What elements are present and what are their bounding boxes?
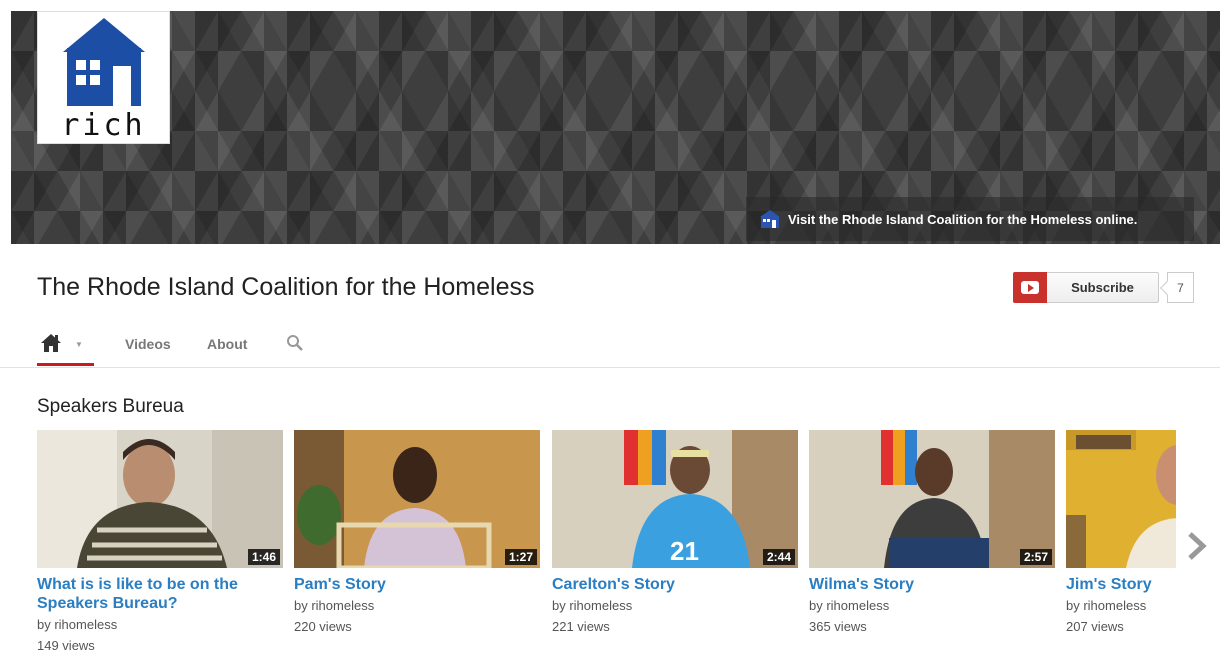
video-title-link[interactable]: Pam's Story [294,575,540,594]
video-views: 207 views [1066,619,1124,634]
video-thumbnail[interactable]: 1:46 [37,430,283,568]
video-thumbnail[interactable]: 21 2:44 [552,430,798,568]
tab-home[interactable]: ▼ [37,330,94,366]
home-icon [41,334,61,352]
video-views: 365 views [809,619,867,634]
tab-videos[interactable]: Videos [125,336,171,352]
youtube-logo-icon [1013,272,1047,303]
video-thumbnail[interactable] [1066,430,1176,568]
house-logo-icon [63,18,145,106]
chevron-right-icon[interactable] [1186,531,1208,566]
video-thumbnail[interactable]: 2:57 [809,430,1055,568]
video-uploader[interactable]: by rihomeless [37,614,283,635]
video-duration: 2:57 [1019,549,1052,565]
video-uploader[interactable]: by rihomeless [1066,595,1176,616]
video-item[interactable]: 1:27 Pam's Story by rihomeless 220 views [294,430,540,637]
banner-link-text: Visit the Rhode Island Coalition for the… [788,211,1138,227]
video-uploader[interactable]: by rihomeless [809,595,1055,616]
tab-about[interactable]: About [207,336,247,352]
video-thumbnail[interactable]: 1:27 [294,430,540,568]
video-views: 221 views [552,619,610,634]
video-title-link[interactable]: Jim's Story [1066,575,1176,594]
subscribe-button[interactable]: Subscribe [1013,272,1159,303]
video-item[interactable]: Jim's Story by rihomeless 207 views [1066,430,1176,637]
channel-logo[interactable]: rich [37,11,170,144]
search-icon[interactable] [286,334,304,357]
video-views: 220 views [294,619,352,634]
video-title-link[interactable]: Carelton's Story [552,575,798,594]
subscribe-label: Subscribe [1071,280,1134,295]
video-uploader[interactable]: by rihomeless [552,595,798,616]
video-item[interactable]: 21 2:44 Carelton's Story by rihomeless 2… [552,430,798,637]
chevron-down-icon[interactable]: ▼ [75,340,83,349]
logo-text: rich [61,108,146,143]
video-duration: 2:44 [762,549,795,565]
tabs-divider [0,367,1220,368]
subscriber-count: 7 [1167,272,1194,303]
banner-website-link[interactable]: Visit the Rhode Island Coalition for the… [746,197,1194,241]
section-title: Speakers Bureua [37,396,184,417]
video-views: 149 views [37,638,95,653]
video-item[interactable]: 2:57 Wilma's Story by rihomeless 365 vie… [809,430,1055,637]
video-item[interactable]: 1:46 What is is like to be on the Speake… [37,430,283,656]
video-title-link[interactable]: Wilma's Story [809,575,1055,594]
house-link-icon [760,210,780,228]
video-uploader[interactable]: by rihomeless [294,595,540,616]
channel-title: The Rhode Island Coalition for the Homel… [37,273,535,301]
video-title-link[interactable]: What is is like to be on the Speakers Bu… [37,575,283,613]
video-duration: 1:27 [504,549,537,565]
svg-text:21: 21 [670,536,699,566]
video-duration: 1:46 [247,549,280,565]
